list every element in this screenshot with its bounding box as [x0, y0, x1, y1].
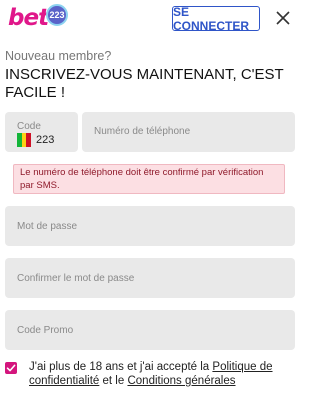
- confirm-password-input[interactable]: Confirmer le mot de passe: [5, 258, 295, 298]
- terms-text-middle: et le: [99, 375, 128, 387]
- logo-badge: 223: [46, 4, 69, 26]
- phone-placeholder: Numéro de téléphone: [94, 126, 191, 137]
- mali-flag-icon: [17, 133, 32, 147]
- logo-text: bet: [8, 5, 49, 31]
- sms-verification-alert: Le numéro de téléphone doit être confirm…: [13, 164, 285, 194]
- terms-text-before: J'ai plus de 18 ans et j'ai accepté la: [29, 361, 213, 373]
- terms-checkbox[interactable]: [5, 362, 17, 374]
- country-code-value: 223: [36, 134, 55, 146]
- password-placeholder: Mot de passe: [17, 221, 78, 232]
- header: bet 223 SE CONNECTER: [0, 0, 300, 36]
- country-code-label: Code: [17, 121, 41, 132]
- promo-code-input[interactable]: Code Promo: [5, 310, 295, 350]
- confirm-password-placeholder: Confirmer le mot de passe: [17, 273, 135, 284]
- promo-code-placeholder: Code Promo: [17, 325, 74, 336]
- bet223-logo[interactable]: bet 223: [8, 4, 69, 32]
- phone-input[interactable]: Numéro de téléphone: [82, 112, 295, 152]
- terms-conditions-link[interactable]: Conditions générales: [127, 375, 235, 387]
- login-button[interactable]: SE CONNECTER: [172, 5, 260, 33]
- terms-text: J'ai plus de 18 ans et j'ai accepté la P…: [29, 360, 289, 388]
- password-input[interactable]: Mot de passe: [5, 206, 295, 246]
- close-icon[interactable]: [272, 8, 294, 28]
- page-title: INSCRIVEZ-VOUS MAINTENANT, C'EST FACILE …: [5, 66, 284, 101]
- country-code-select[interactable]: Code 223: [5, 112, 78, 152]
- country-code-value-row: 223: [17, 133, 54, 147]
- subtitle: Nouveau membre?: [5, 49, 112, 63]
